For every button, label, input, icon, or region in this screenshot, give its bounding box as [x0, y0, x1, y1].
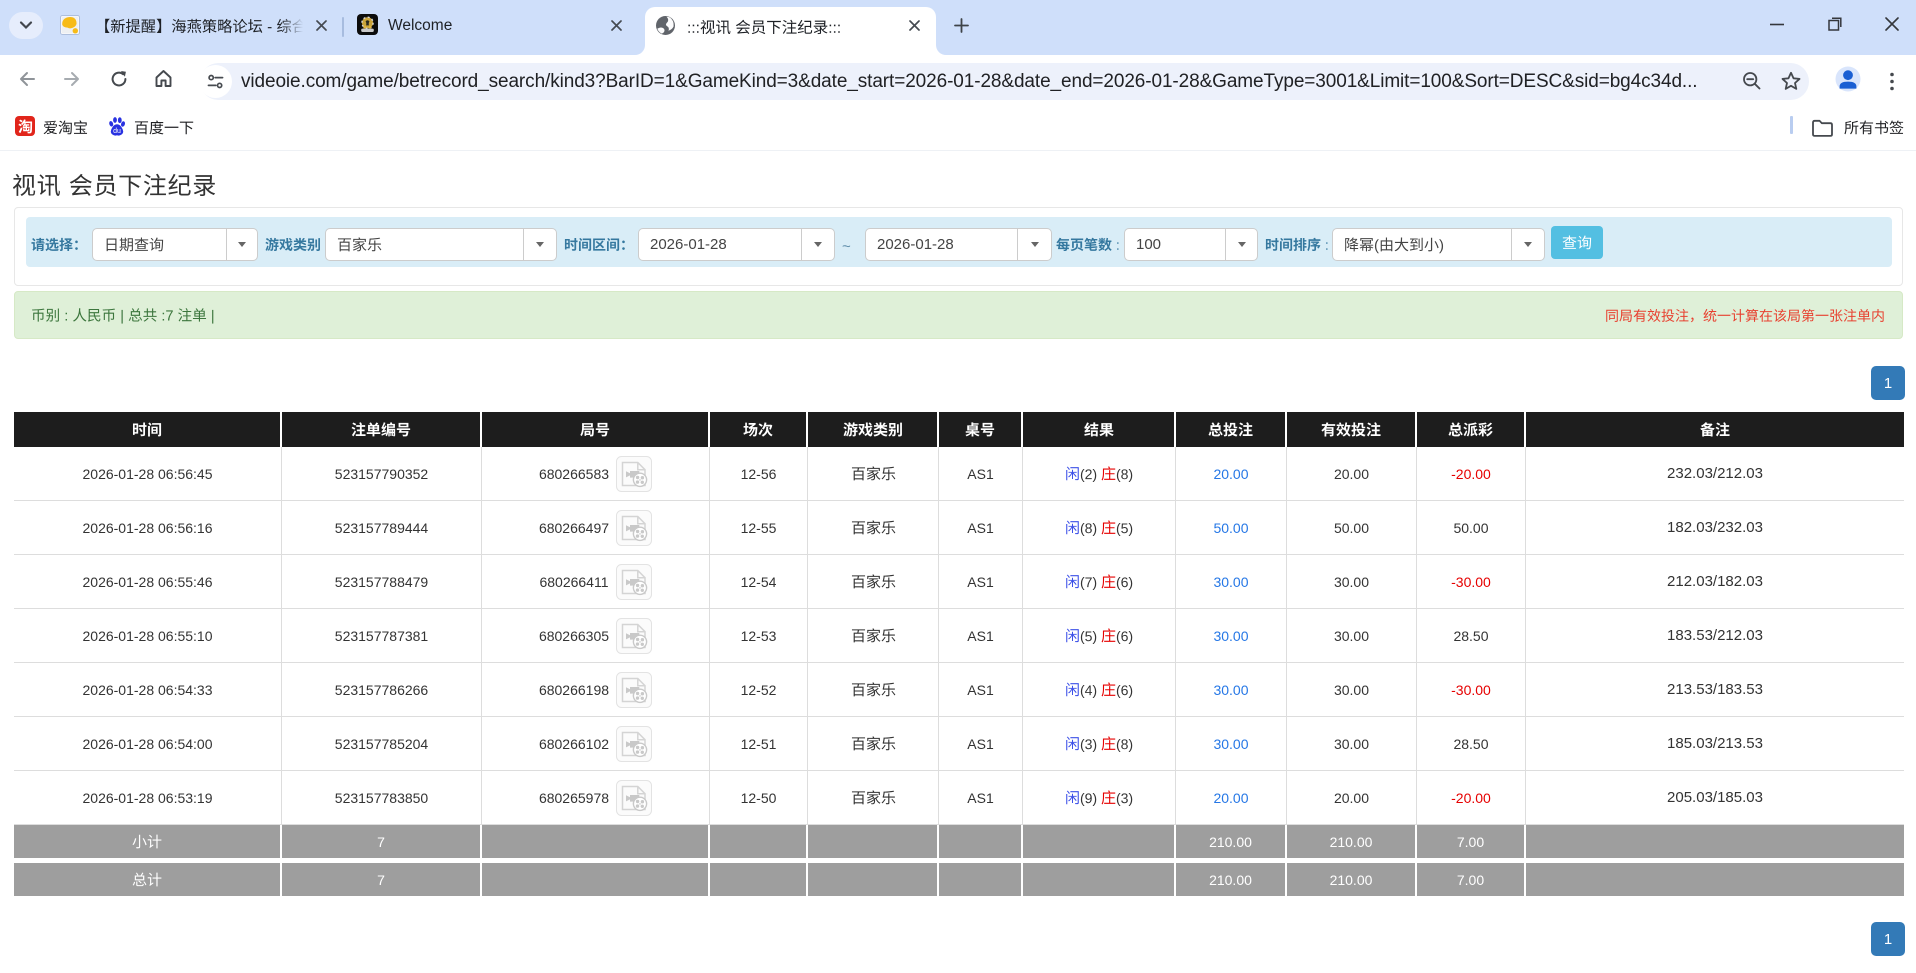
- svg-text:du: du: [113, 128, 121, 135]
